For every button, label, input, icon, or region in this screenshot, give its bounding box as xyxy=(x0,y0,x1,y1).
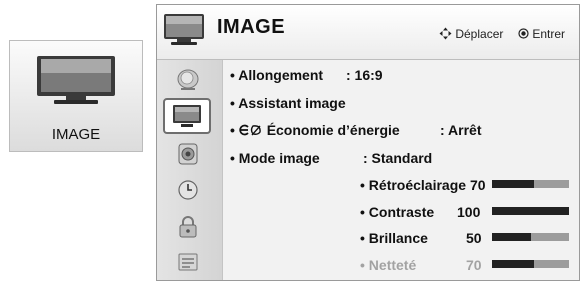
speaker-icon xyxy=(178,143,198,165)
slider-fill xyxy=(492,180,535,188)
enter-hint: Entrer xyxy=(518,27,565,41)
tv-icon xyxy=(173,105,201,127)
sidebar-item-audio[interactable] xyxy=(175,142,201,166)
setting-label: • Rétroéclairage xyxy=(360,177,467,193)
backlight-slider[interactable] xyxy=(492,180,569,188)
energy-saving-icon xyxy=(239,124,261,136)
page-title: IMAGE xyxy=(217,16,286,38)
enter-hint-label: Entrer xyxy=(532,27,566,41)
slider-fill xyxy=(492,260,535,268)
menu-item-energy-saving[interactable]: • Économie d’énergie : Arrêt xyxy=(230,122,482,138)
sidebar-item-setup[interactable] xyxy=(175,68,201,92)
setting-value: 70 xyxy=(470,177,486,193)
clock-icon xyxy=(178,180,198,200)
contrast-slider[interactable] xyxy=(492,207,569,215)
sharpness-slider[interactable] xyxy=(492,260,569,268)
menu-item-label: • Allongement xyxy=(230,67,324,83)
setting-label: • Brillance xyxy=(360,230,428,246)
move-hint: Déplacer xyxy=(439,27,503,41)
brightness-slider[interactable] xyxy=(492,233,569,241)
satellite-dish-icon xyxy=(177,69,199,90)
category-sidebar xyxy=(157,60,223,280)
sidebar-item-time[interactable] xyxy=(175,178,201,202)
sidebar-item-picture[interactable] xyxy=(163,98,211,134)
menu-header: IMAGE Déplacer Entrer xyxy=(157,5,579,60)
setting-value: 50 xyxy=(466,230,482,246)
energy-saving-value: : Arrêt xyxy=(440,122,482,138)
tv-icon xyxy=(164,14,204,45)
tile-label: IMAGE xyxy=(51,126,101,143)
menu-item-picture-mode[interactable]: • Mode image : Standard xyxy=(230,150,432,166)
setting-value: 100 xyxy=(457,204,481,220)
slider-fill xyxy=(492,207,569,215)
menu-item-label: • Mode image xyxy=(230,150,320,166)
lock-icon xyxy=(179,216,197,238)
options-icon xyxy=(178,253,198,271)
menu-item-picture-wizard[interactable]: • Assistant image xyxy=(230,95,346,111)
setting-backlight[interactable]: • Rétroéclairage xyxy=(360,177,466,193)
slider-fill xyxy=(492,233,531,241)
setting-brightness[interactable]: • Brillance xyxy=(360,230,428,246)
picture-mode-value: : Standard xyxy=(363,150,433,166)
setting-value: 70 xyxy=(466,257,482,273)
move-hint-label: Déplacer xyxy=(455,27,504,41)
picture-menu-tile[interactable]: IMAGE xyxy=(9,40,143,152)
aspect-ratio-value: : 16:9 xyxy=(346,67,383,83)
dpad-arrows-icon xyxy=(439,27,452,40)
setting-sharpness[interactable]: • Netteté xyxy=(360,257,416,273)
ok-button-icon xyxy=(518,28,529,39)
menu-item-aspect-ratio[interactable]: • Allongement : 16:9 xyxy=(230,67,383,83)
tv-icon xyxy=(37,56,115,104)
menu-item-label: Économie d’énergie xyxy=(266,122,400,138)
sidebar-item-lock[interactable] xyxy=(175,215,201,239)
setting-contrast[interactable]: • Contraste xyxy=(360,204,434,220)
menu-item-label: • Assistant image xyxy=(230,95,346,111)
bullet: • xyxy=(230,122,235,138)
setting-label: • Netteté xyxy=(360,257,417,273)
sidebar-item-options[interactable] xyxy=(175,250,201,274)
picture-menu-panel: IMAGE Déplacer Entrer • Allongement: 16… xyxy=(156,4,580,281)
setting-label: • Contraste xyxy=(360,204,435,220)
